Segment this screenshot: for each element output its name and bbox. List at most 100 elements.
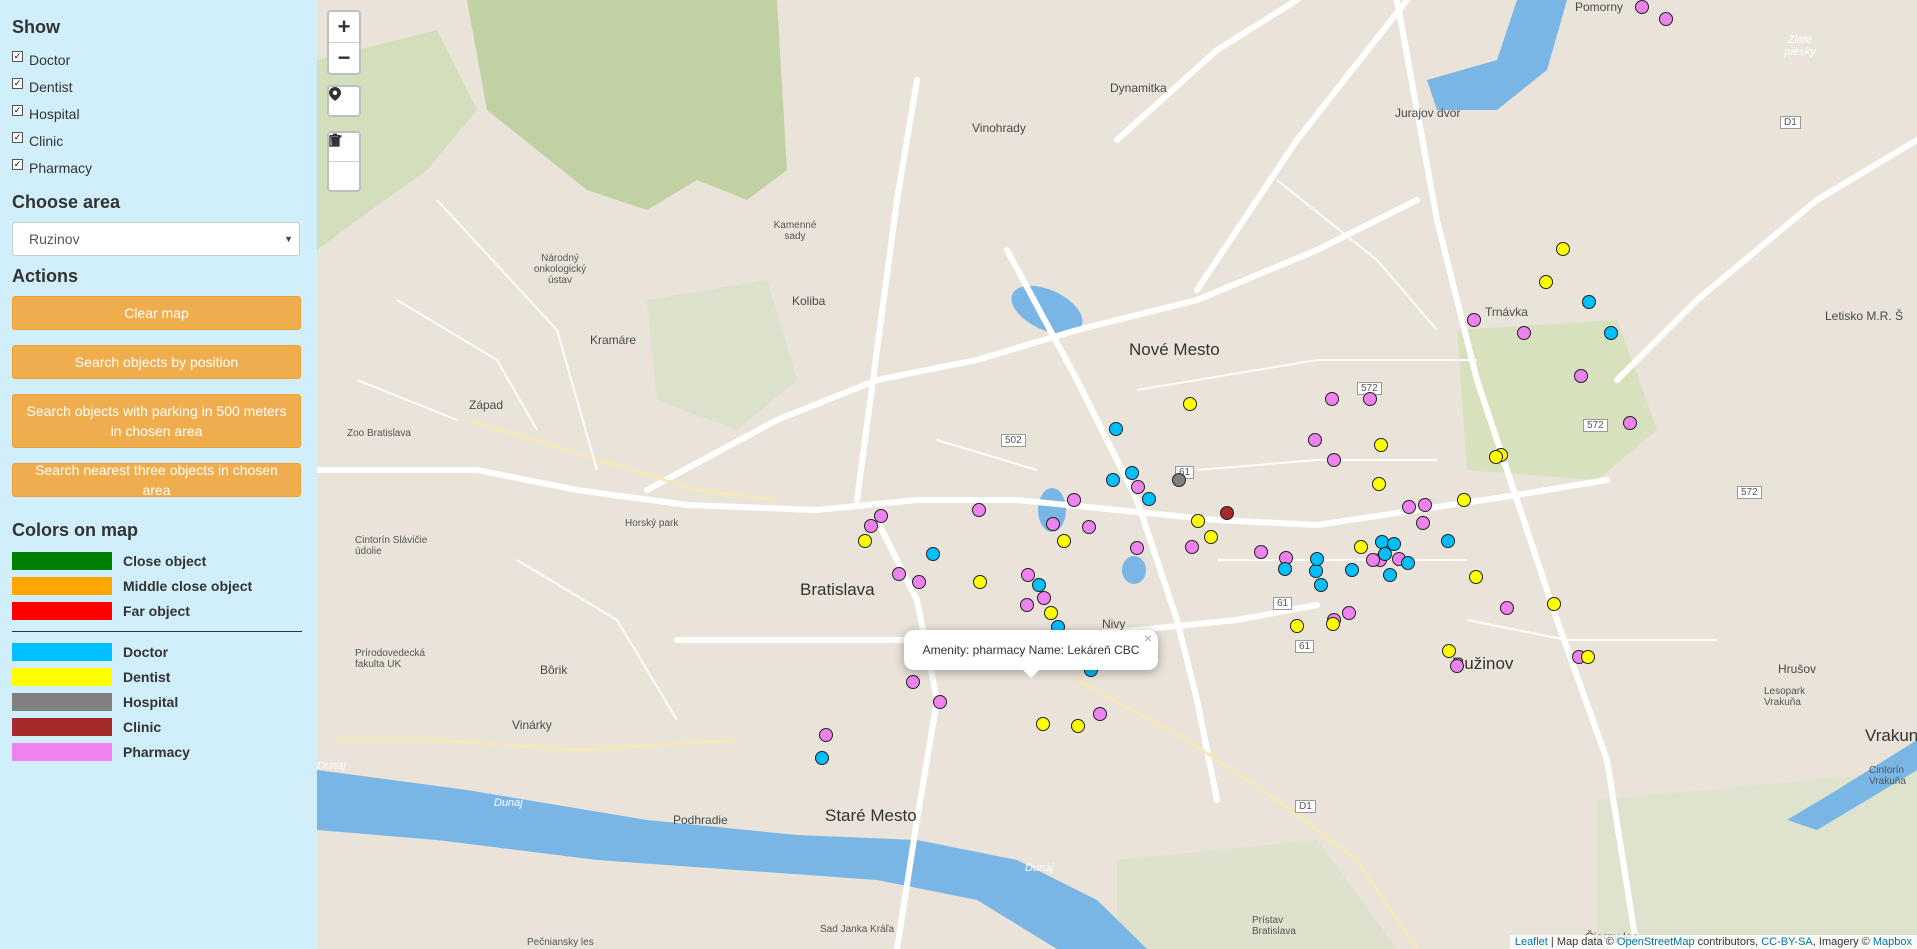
marker-doctor[interactable]: [1309, 564, 1323, 578]
marker-pharmacy[interactable]: [1342, 606, 1356, 620]
marker-doctor[interactable]: [1125, 466, 1139, 480]
marker-doctor[interactable]: [1278, 562, 1292, 576]
zoom-out-button[interactable]: −: [329, 42, 359, 73]
mapbox-link[interactable]: Mapbox: [1873, 936, 1912, 948]
marker-dentist[interactable]: [1354, 540, 1368, 554]
marker-dentist[interactable]: [1457, 493, 1471, 507]
marker-doctor[interactable]: [815, 751, 829, 765]
marker-doctor[interactable]: [1106, 473, 1120, 487]
marker-pharmacy[interactable]: [1402, 500, 1416, 514]
search-parking-button[interactable]: Search objects with parking in 500 meter…: [12, 394, 301, 448]
filter-pharmacy[interactable]: ✓ Pharmacy: [12, 158, 92, 176]
trash-icon[interactable]: [329, 133, 359, 190]
marker-doctor[interactable]: [1441, 534, 1455, 548]
marker-pharmacy[interactable]: [1082, 520, 1096, 534]
marker-pharmacy[interactable]: [1067, 493, 1081, 507]
marker-pharmacy[interactable]: [1450, 659, 1464, 673]
marker-dentist[interactable]: [1057, 534, 1071, 548]
marker-pharmacy[interactable]: [972, 503, 986, 517]
area-select[interactable]: Ruzinov ▼: [12, 222, 300, 256]
marker-dentist[interactable]: [1442, 644, 1456, 658]
marker-dentist[interactable]: [1044, 606, 1058, 620]
marker-pharmacy[interactable]: [1416, 516, 1430, 530]
marker-doctor[interactable]: [1604, 326, 1618, 340]
marker-doctor[interactable]: [1314, 578, 1328, 592]
marker-pharmacy[interactable]: [1046, 517, 1060, 531]
leaflet-link[interactable]: Leaflet: [1515, 936, 1548, 948]
marker-pharmacy[interactable]: [1659, 12, 1673, 26]
marker-dentist[interactable]: [1326, 617, 1340, 631]
marker-dentist[interactable]: [1489, 450, 1503, 464]
marker-pharmacy[interactable]: [1623, 416, 1637, 430]
marker-pharmacy[interactable]: [1366, 553, 1380, 567]
marker-pharmacy[interactable]: [1467, 313, 1481, 327]
checkbox-dentist[interactable]: ✓: [12, 77, 23, 89]
marker-pharmacy[interactable]: [819, 728, 833, 742]
marker-pharmacy[interactable]: [1418, 498, 1432, 512]
marker-dentist[interactable]: [1581, 650, 1595, 664]
marker-dentist[interactable]: [1327, 453, 1341, 467]
marker-pharmacy[interactable]: [1574, 369, 1588, 383]
marker-pharmacy[interactable]: [864, 519, 878, 533]
location-pin-icon[interactable]: [329, 87, 359, 115]
clear-map-button[interactable]: Clear map: [12, 296, 301, 330]
marker-doctor[interactable]: [1345, 563, 1359, 577]
marker-clinic[interactable]: [1220, 506, 1234, 520]
marker-pharmacy[interactable]: [1037, 591, 1051, 605]
marker-pharmacy[interactable]: [1325, 392, 1339, 406]
marker-dentist[interactable]: [858, 534, 872, 548]
marker-pharmacy[interactable]: [1254, 545, 1268, 559]
marker-dentist[interactable]: [1374, 438, 1388, 452]
marker-doctor[interactable]: [1109, 422, 1123, 436]
marker-dentist[interactable]: [1547, 597, 1561, 611]
marker-pharmacy[interactable]: [1517, 326, 1531, 340]
marker-doctor[interactable]: [926, 547, 940, 561]
filter-doctor[interactable]: ✓ Doctor: [12, 50, 70, 68]
marker-dentist[interactable]: [973, 575, 987, 589]
cc-link[interactable]: CC-BY-SA: [1761, 936, 1813, 948]
marker-pharmacy[interactable]: [1185, 540, 1199, 554]
marker-dentist[interactable]: [1539, 275, 1553, 289]
marker-doctor[interactable]: [1383, 568, 1397, 582]
search-by-position-button[interactable]: Search objects by position: [12, 345, 301, 379]
marker-dentist[interactable]: [1204, 530, 1218, 544]
marker-pharmacy[interactable]: [1020, 598, 1034, 612]
marker-dentist[interactable]: [1556, 242, 1570, 256]
marker-dentist[interactable]: [1372, 477, 1386, 491]
marker-dentist[interactable]: [1183, 397, 1197, 411]
marker-dentist[interactable]: [1191, 514, 1205, 528]
marker-dentist[interactable]: [1290, 619, 1304, 633]
marker-pharmacy[interactable]: [1635, 0, 1649, 14]
marker-pharmacy[interactable]: [1500, 601, 1514, 615]
marker-dentist[interactable]: [1469, 570, 1483, 584]
map[interactable]: Nové Mesto Bratislava Ružinov Staré Mest…: [317, 0, 1917, 949]
marker-pharmacy[interactable]: [933, 695, 947, 709]
marker-doctor[interactable]: [1142, 492, 1156, 506]
checkbox-clinic[interactable]: ✓: [12, 131, 23, 143]
zoom-in-button[interactable]: +: [329, 12, 359, 42]
marker-pharmacy[interactable]: [1131, 480, 1145, 494]
marker-pharmacy[interactable]: [1130, 541, 1144, 555]
marker-doctor[interactable]: [1032, 578, 1046, 592]
marker-pharmacy[interactable]: [892, 567, 906, 581]
checkbox-doctor[interactable]: ✓: [12, 50, 23, 62]
search-nearest-three-button[interactable]: Search nearest three objects in chosen a…: [12, 462, 301, 498]
filter-dentist[interactable]: ✓ Dentist: [12, 77, 73, 95]
marker-doctor[interactable]: [1582, 295, 1596, 309]
marker-doctor[interactable]: [1310, 552, 1324, 566]
osm-link[interactable]: OpenStreetMap: [1617, 936, 1695, 948]
marker-hospital[interactable]: [1172, 473, 1186, 487]
marker-pharmacy[interactable]: [1363, 392, 1377, 406]
marker-dentist[interactable]: [1071, 719, 1085, 733]
marker-doctor[interactable]: [1401, 556, 1415, 570]
checkbox-hospital[interactable]: ✓: [12, 104, 23, 116]
marker-pharmacy[interactable]: [912, 575, 926, 589]
filter-hospital[interactable]: ✓ Hospital: [12, 104, 80, 122]
marker-pharmacy[interactable]: [1093, 707, 1107, 721]
checkbox-pharmacy[interactable]: ✓: [12, 158, 23, 170]
marker-doctor[interactable]: [1378, 547, 1392, 561]
marker-pharmacy[interactable]: [906, 675, 920, 689]
popup-close-button[interactable]: ×: [1144, 630, 1152, 646]
marker-pharmacy[interactable]: [1308, 433, 1322, 447]
filter-clinic[interactable]: ✓ Clinic: [12, 131, 63, 149]
